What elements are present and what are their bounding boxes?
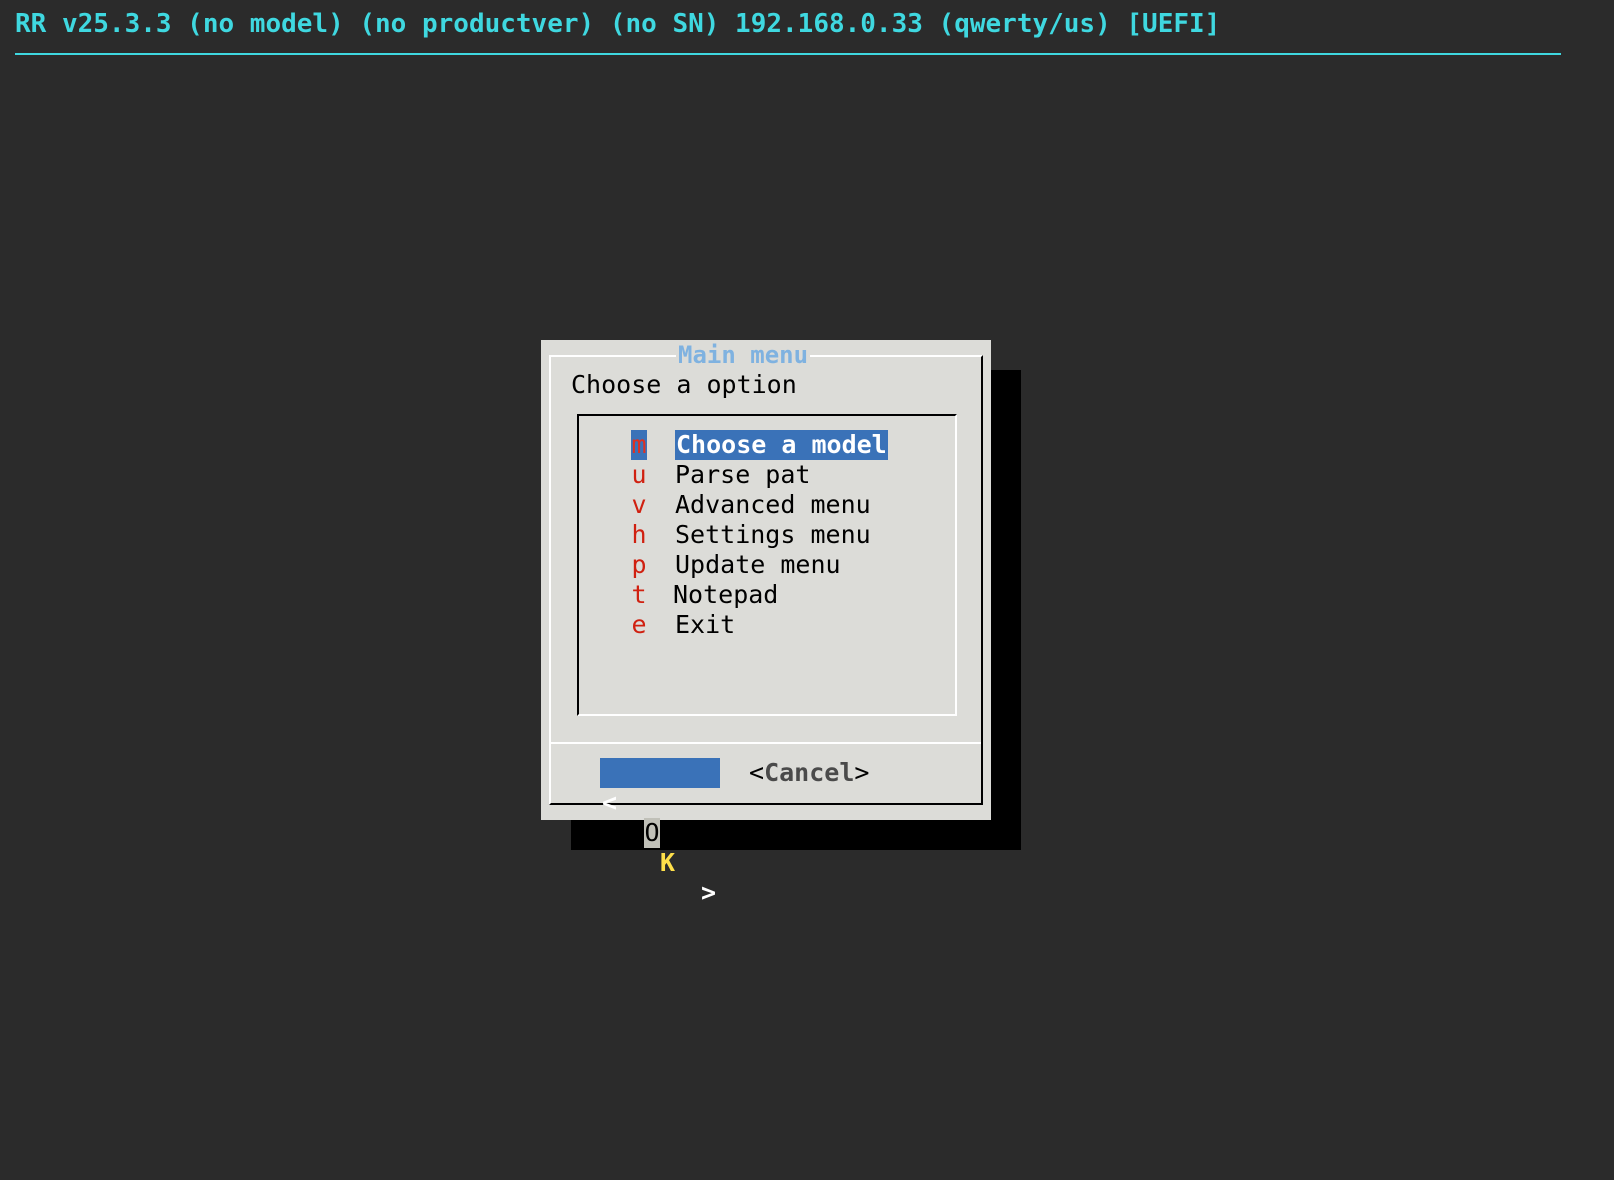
ok-button-open-bracket: < <box>602 788 618 817</box>
main-menu-dialog: Main menu Choose a option m Choose a mod… <box>541 340 991 907</box>
menu-item-notepad[interactable]: t Notepad <box>631 580 778 610</box>
cancel-button-open-bracket: < <box>749 758 765 787</box>
menu-item-hotkey: h <box>631 520 647 549</box>
menu-item-update-menu[interactable]: p Update menu <box>631 550 840 580</box>
dialog-buttons: < O K > <Cancel> <box>541 758 991 907</box>
menu-list: m Choose a model u Parse pat v Advanced … <box>577 414 957 716</box>
menu-item-hotkey: t <box>631 580 647 609</box>
menu-item-parse-pat[interactable]: u Parse pat <box>631 460 810 490</box>
menu-item-choose-model[interactable]: m Choose a model <box>631 430 888 460</box>
menu-item-hotkey: p <box>631 550 647 579</box>
menu-item-label: Exit <box>675 610 736 639</box>
menu-item-hotkey: u <box>631 460 647 489</box>
menu-item-label: Advanced menu <box>675 490 871 519</box>
menu-item-hotkey: m <box>631 430 647 460</box>
ok-button-label: K <box>660 848 676 877</box>
ok-button-hotkey: O <box>644 818 660 848</box>
dialog-button-separator <box>549 742 981 744</box>
backtitle: RR v25.3.3 (no model) (no productver) (n… <box>15 9 1221 39</box>
ok-button-close-bracket: > <box>700 878 716 907</box>
menu-item-exit[interactable]: e Exit <box>631 610 751 640</box>
cancel-button-label: Cancel <box>764 758 855 787</box>
menu-item-label: Notepad <box>673 580 779 609</box>
menu-item-advanced-menu[interactable]: v Advanced menu <box>631 490 870 520</box>
cancel-button[interactable]: <Cancel> <box>749 758 869 788</box>
menu-item-label: Choose a model <box>675 430 888 460</box>
menu-item-label: Update menu <box>675 550 841 579</box>
menu-item-hotkey: v <box>631 490 647 519</box>
dialog-title: Main menu <box>676 340 811 370</box>
menu-item-settings-menu[interactable]: h Settings menu <box>631 520 870 550</box>
ok-button[interactable]: < O K > <box>600 758 720 907</box>
dialog-prompt: Choose a option <box>571 370 797 399</box>
cancel-button-close-bracket: > <box>854 758 870 787</box>
backtitle-divider <box>15 53 1561 55</box>
menu-item-hotkey: e <box>631 610 647 639</box>
menu-item-label: Parse pat <box>675 460 811 489</box>
menu-item-label: Settings menu <box>675 520 871 549</box>
